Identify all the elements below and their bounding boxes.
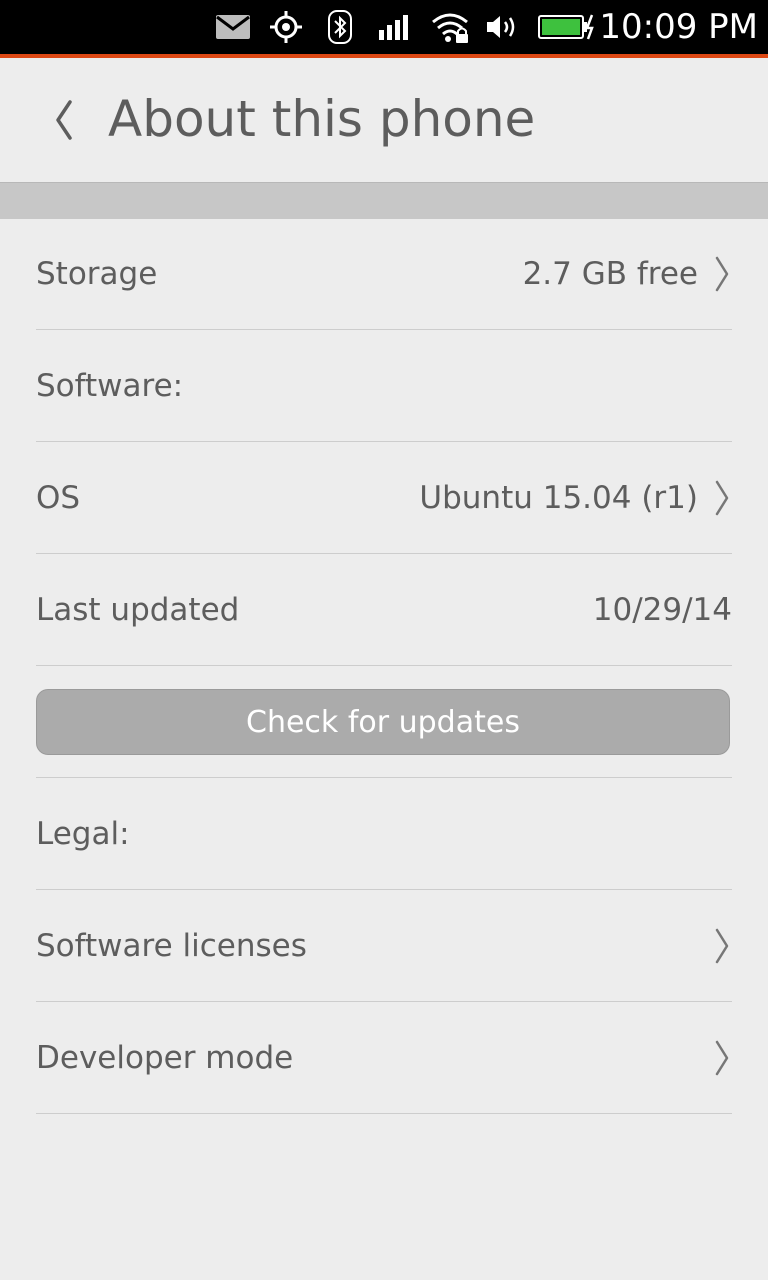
software-licenses-row[interactable]: Software licenses <box>36 890 732 1002</box>
check-updates-row: Check for updates <box>36 666 732 778</box>
developer-mode-label: Developer mode <box>36 1039 294 1076</box>
last-updated-value: 10/29/14 <box>592 591 732 628</box>
back-button[interactable] <box>40 88 88 152</box>
volume-icon <box>484 9 522 45</box>
software-licenses-label: Software licenses <box>36 927 307 964</box>
signal-icon <box>376 9 414 45</box>
last-updated-label: Last updated <box>36 591 240 628</box>
status-time: 10:09 PM <box>599 7 758 47</box>
chevron-right-icon <box>712 926 732 966</box>
check-for-updates-button[interactable]: Check for updates <box>36 689 730 755</box>
chevron-left-icon <box>56 100 72 140</box>
developer-mode-row[interactable]: Developer mode <box>36 1002 732 1114</box>
software-label: Software: <box>36 367 184 404</box>
legal-label: Legal: <box>36 815 130 852</box>
storage-label: Storage <box>36 255 158 292</box>
bluetooth-icon <box>326 9 354 45</box>
os-value: Ubuntu 15.04 (r1) <box>419 479 698 516</box>
page-title: About this phone <box>108 90 536 148</box>
settings-list: Storage 2.7 GB free Software: OS Ubuntu … <box>0 218 768 1114</box>
storage-value: 2.7 GB free <box>522 255 698 292</box>
os-label: OS <box>36 479 81 516</box>
wifi-icon <box>430 9 470 45</box>
storage-row[interactable]: Storage 2.7 GB free <box>36 218 732 330</box>
chevron-right-icon <box>712 254 732 294</box>
page-header: About this phone <box>0 58 768 182</box>
mail-icon <box>214 9 252 45</box>
status-bar: 10:09 PM <box>0 0 768 58</box>
header-divider <box>0 182 768 219</box>
chevron-right-icon <box>712 478 732 518</box>
software-section-header: Software: <box>36 330 732 442</box>
chevron-right-icon <box>712 1038 732 1078</box>
legal-section-header: Legal: <box>36 778 732 890</box>
battery-icon <box>538 9 596 45</box>
location-icon <box>268 9 304 45</box>
last-updated-row: Last updated 10/29/14 <box>36 554 732 666</box>
os-row[interactable]: OS Ubuntu 15.04 (r1) <box>36 442 732 554</box>
